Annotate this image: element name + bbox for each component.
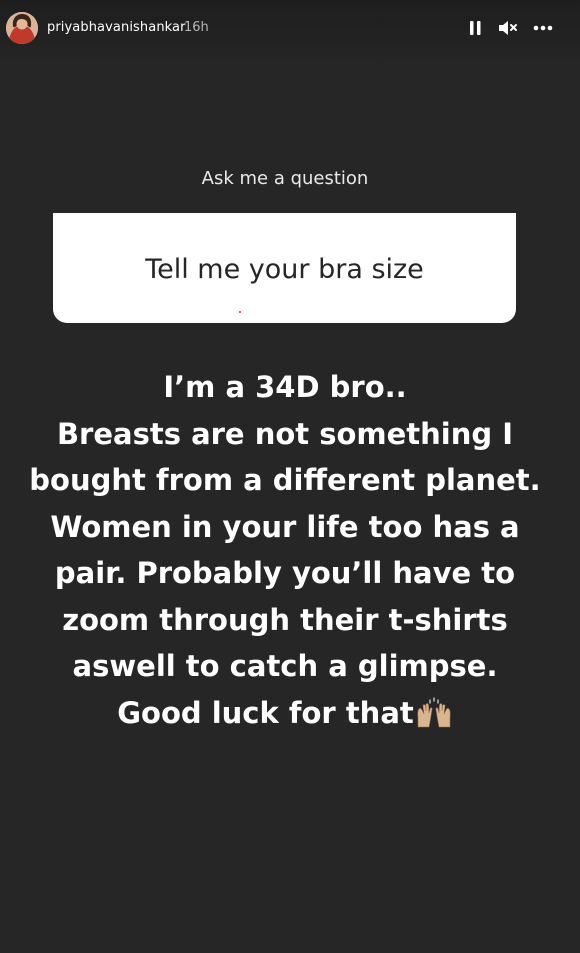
response-line-last: Good luck for that — [0, 690, 570, 743]
response-line: Breasts are not something I — [56, 416, 514, 451]
story-view[interactable]: priyabhavanishankar 16h Ask me a questio… — [0, 0, 580, 953]
timestamp: 16h — [184, 20, 209, 35]
story-header: priyabhavanishankar 16h — [0, 0, 580, 56]
pause-icon[interactable] — [463, 16, 489, 40]
username[interactable]: priyabhavanishankar — [47, 20, 186, 35]
response-line: Women in your life too has a — [50, 509, 520, 544]
response-line: I’m a 34D bro.. — [163, 370, 407, 404]
raising-hands-emoji — [415, 696, 453, 743]
response-line: aswell to catch a glimpse. — [72, 649, 498, 683]
response-line: zoom through their t-shirts — [62, 602, 508, 637]
response-line: bought from a different planet. — [29, 463, 541, 497]
response-line-text: Good luck for that — [117, 695, 414, 730]
response-text: I’m a 34D bro.. Breasts are not somethin… — [0, 364, 570, 742]
response-line: pair. Probably you’ll have to — [54, 556, 516, 590]
mute-icon[interactable] — [495, 16, 521, 40]
question-sticker-box[interactable]: Tell me your bra size — [53, 213, 516, 323]
question-sticker-answer: Tell me your bra size — [145, 254, 424, 285]
avatar[interactable] — [6, 12, 38, 44]
question-sticker-prompt: Ask me a question — [201, 168, 369, 189]
cursor-dot — [239, 311, 241, 313]
more-options-icon[interactable] — [530, 16, 556, 40]
